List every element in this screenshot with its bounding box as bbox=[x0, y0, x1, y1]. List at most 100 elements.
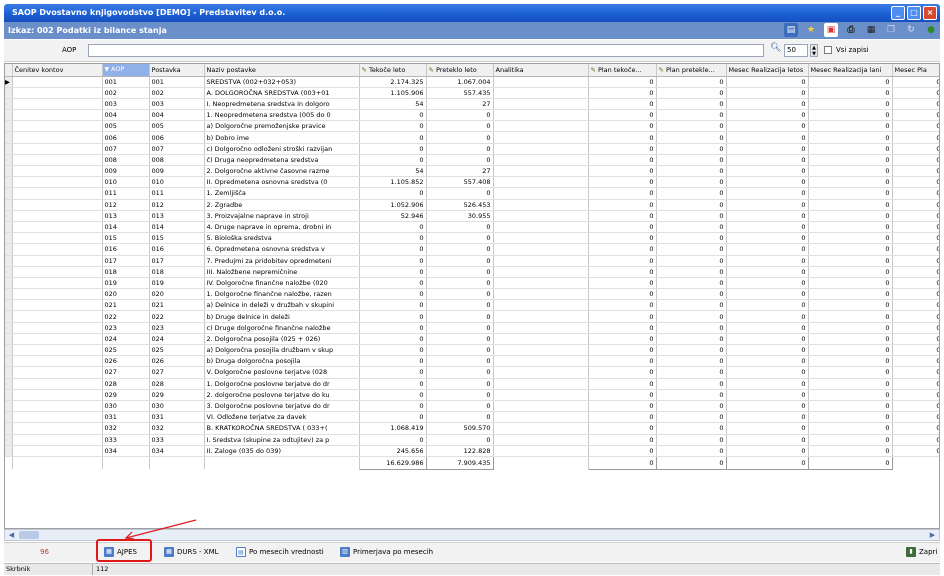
cell-cenitev[interactable] bbox=[12, 277, 103, 290]
row-indicator[interactable] bbox=[5, 400, 13, 413]
cell-mesec-plan[interactable]: 0 bbox=[892, 131, 939, 144]
minimize-button[interactable]: _ bbox=[891, 6, 905, 20]
cell-preteklo[interactable]: 0 bbox=[426, 344, 494, 357]
table-row[interactable]: 026 026 b) Druga dolgoročna posojila 0 0 0 0 0 0… bbox=[5, 355, 939, 368]
cell-analitika[interactable] bbox=[493, 98, 589, 111]
cell-plan-tekoce[interactable]: 0 bbox=[588, 400, 657, 413]
col-header-mesec-lani[interactable]: Mesec Realizacija lani bbox=[808, 64, 893, 77]
cell-tekoce[interactable]: 0 bbox=[359, 389, 427, 401]
cell-plan-pretekle[interactable]: 0 bbox=[656, 310, 727, 323]
cell-mesec-plan[interactable]: 0 bbox=[892, 76, 939, 88]
cell-cenitev[interactable] bbox=[12, 310, 103, 323]
cell-postavka[interactable]: 011 bbox=[149, 187, 205, 200]
cell-cenitev[interactable] bbox=[12, 143, 103, 155]
cell-naziv[interactable]: č) Druga neopredmetena sredstva bbox=[204, 154, 360, 167]
cell-postavka[interactable]: 031 bbox=[149, 411, 205, 424]
cell-mesec-plan[interactable]: 0 bbox=[892, 288, 939, 301]
cell-cenitev[interactable] bbox=[12, 288, 103, 301]
col-header-mesec-letos[interactable]: Mesec Realizacija letos bbox=[726, 64, 809, 77]
table-row[interactable]: 021 021 a) Delnice in deleži v družbah v s… bbox=[5, 299, 939, 312]
cell-analitika[interactable] bbox=[493, 176, 589, 189]
table-row[interactable]: 017 017 7. Predujmi za pridobitev opredmet… bbox=[5, 255, 939, 267]
cell-postavka[interactable]: 023 bbox=[149, 322, 205, 334]
cell-plan-pretekle[interactable]: 0 bbox=[656, 199, 727, 211]
cell-analitika[interactable] bbox=[493, 243, 589, 256]
cell-analitika[interactable] bbox=[493, 366, 589, 379]
table-row[interactable]: 019 019 IV. Dolgoročne finančne naložbe (0… bbox=[5, 277, 939, 290]
cell-plan-tekoce[interactable]: 0 bbox=[588, 266, 657, 278]
cell-tekoce[interactable]: 0 bbox=[359, 109, 427, 122]
cell-naziv[interactable]: B. KRATKOROČNA SREDSTVA ( 033+( bbox=[204, 422, 360, 435]
cell-postavka[interactable]: 034 bbox=[149, 445, 205, 457]
cell-mesec-plan[interactable]: 0 bbox=[892, 333, 939, 346]
cell-mesec-plan[interactable]: 0 bbox=[892, 400, 939, 413]
row-indicator[interactable] bbox=[5, 143, 13, 155]
table-row[interactable]: 033 033 I. Sredstva (skupine za odtujitev)… bbox=[5, 434, 939, 446]
cell-cenitev[interactable] bbox=[12, 400, 103, 413]
cell-mesec-letos[interactable]: 0 bbox=[726, 389, 809, 401]
cell-preteklo[interactable]: 0 bbox=[426, 411, 494, 424]
cell-mesec-letos[interactable]: 0 bbox=[726, 277, 809, 290]
cell-tekoce[interactable]: 0 bbox=[359, 333, 427, 346]
cell-preteklo[interactable]: 0 bbox=[426, 310, 494, 323]
cell-tekoce[interactable]: 0 bbox=[359, 400, 427, 413]
cell-naziv[interactable]: 6. Opredmetena osnovna sredstva v bbox=[204, 243, 360, 256]
row-indicator[interactable] bbox=[5, 154, 13, 167]
cell-tekoce[interactable]: 0 bbox=[359, 299, 427, 312]
row-indicator[interactable] bbox=[5, 422, 13, 435]
cell-mesec-lani[interactable]: 0 bbox=[808, 255, 893, 267]
cell-plan-tekoce[interactable]: 0 bbox=[588, 299, 657, 312]
table-row[interactable]: 010 010 II. Opredmetena osnovna sredstva (… bbox=[5, 176, 939, 189]
cell-postavka[interactable]: 017 bbox=[149, 255, 205, 267]
cell-naziv[interactable]: III. Naložbene nepremičnine bbox=[204, 266, 360, 278]
cell-plan-pretekle[interactable]: 0 bbox=[656, 299, 727, 312]
cell-plan-tekoce[interactable]: 0 bbox=[588, 120, 657, 133]
cell-analitika[interactable] bbox=[493, 434, 589, 446]
cell-naziv[interactable]: 3. Proizvajalne naprave in stroji bbox=[204, 210, 360, 222]
cell-analitika[interactable] bbox=[493, 411, 589, 424]
cell-aop[interactable]: 005 bbox=[102, 120, 150, 133]
cell-mesec-plan[interactable]: 0 bbox=[892, 221, 939, 234]
cell-mesec-plan[interactable]: 0 bbox=[892, 378, 939, 390]
cell-cenitev[interactable] bbox=[12, 221, 103, 234]
cell-cenitev[interactable] bbox=[12, 445, 103, 457]
cell-plan-pretekle[interactable]: 0 bbox=[656, 344, 727, 357]
cell-naziv[interactable]: c) Dolgoročno odloženi stroški razvijan bbox=[204, 143, 360, 155]
cell-tekoce[interactable]: 0 bbox=[359, 143, 427, 155]
cell-aop[interactable]: 021 bbox=[102, 299, 150, 312]
cell-mesec-plan[interactable]: 0 bbox=[892, 277, 939, 290]
cell-cenitev[interactable] bbox=[12, 154, 103, 167]
cell-mesec-lani[interactable]: 0 bbox=[808, 378, 893, 390]
cell-aop[interactable]: 007 bbox=[102, 143, 150, 155]
row-indicator[interactable] bbox=[5, 221, 13, 234]
cell-mesec-letos[interactable]: 0 bbox=[726, 165, 809, 178]
maximize-button[interactable]: □ bbox=[907, 6, 921, 20]
cell-plan-tekoce[interactable]: 0 bbox=[588, 255, 657, 267]
cell-analitika[interactable] bbox=[493, 232, 589, 245]
cell-naziv[interactable]: a) Delnice in deleži v družbah v skupini bbox=[204, 299, 360, 312]
cell-aop[interactable]: 026 bbox=[102, 355, 150, 368]
cell-analitika[interactable] bbox=[493, 131, 589, 144]
cell-cenitev[interactable] bbox=[12, 422, 103, 435]
cell-mesec-letos[interactable]: 0 bbox=[726, 288, 809, 301]
cell-aop[interactable]: 004 bbox=[102, 109, 150, 122]
cell-plan-pretekle[interactable]: 0 bbox=[656, 120, 727, 133]
table-row[interactable]: 023 023 c) Druge dolgoročne finančne nalož… bbox=[5, 322, 939, 334]
table-row[interactable]: 013 013 3. Proizvajalne naprave in stroji 5… bbox=[5, 210, 939, 222]
row-indicator[interactable] bbox=[5, 165, 13, 178]
cell-aop[interactable]: 027 bbox=[102, 366, 150, 379]
cell-cenitev[interactable] bbox=[12, 434, 103, 446]
cell-mesec-lani[interactable]: 0 bbox=[808, 434, 893, 446]
cell-plan-tekoce[interactable]: 0 bbox=[588, 389, 657, 401]
cell-analitika[interactable] bbox=[493, 255, 589, 267]
cell-tekoce[interactable]: 0 bbox=[359, 411, 427, 424]
cell-naziv[interactable]: A. DOLGOROČNA SREDSTVA (003+01 bbox=[204, 87, 360, 99]
cell-mesec-lani[interactable]: 0 bbox=[808, 87, 893, 99]
cell-naziv[interactable]: VI. Odložene terjatve za davek bbox=[204, 411, 360, 424]
cell-mesec-plan[interactable]: 0 bbox=[892, 389, 939, 401]
cell-plan-pretekle[interactable]: 0 bbox=[656, 232, 727, 245]
cell-plan-pretekle[interactable]: 0 bbox=[656, 411, 727, 424]
cell-naziv[interactable]: 4. Druge naprave in oprema, drobni in bbox=[204, 221, 360, 234]
cell-analitika[interactable] bbox=[493, 445, 589, 457]
favorite-icon[interactable]: ★ bbox=[804, 23, 818, 37]
